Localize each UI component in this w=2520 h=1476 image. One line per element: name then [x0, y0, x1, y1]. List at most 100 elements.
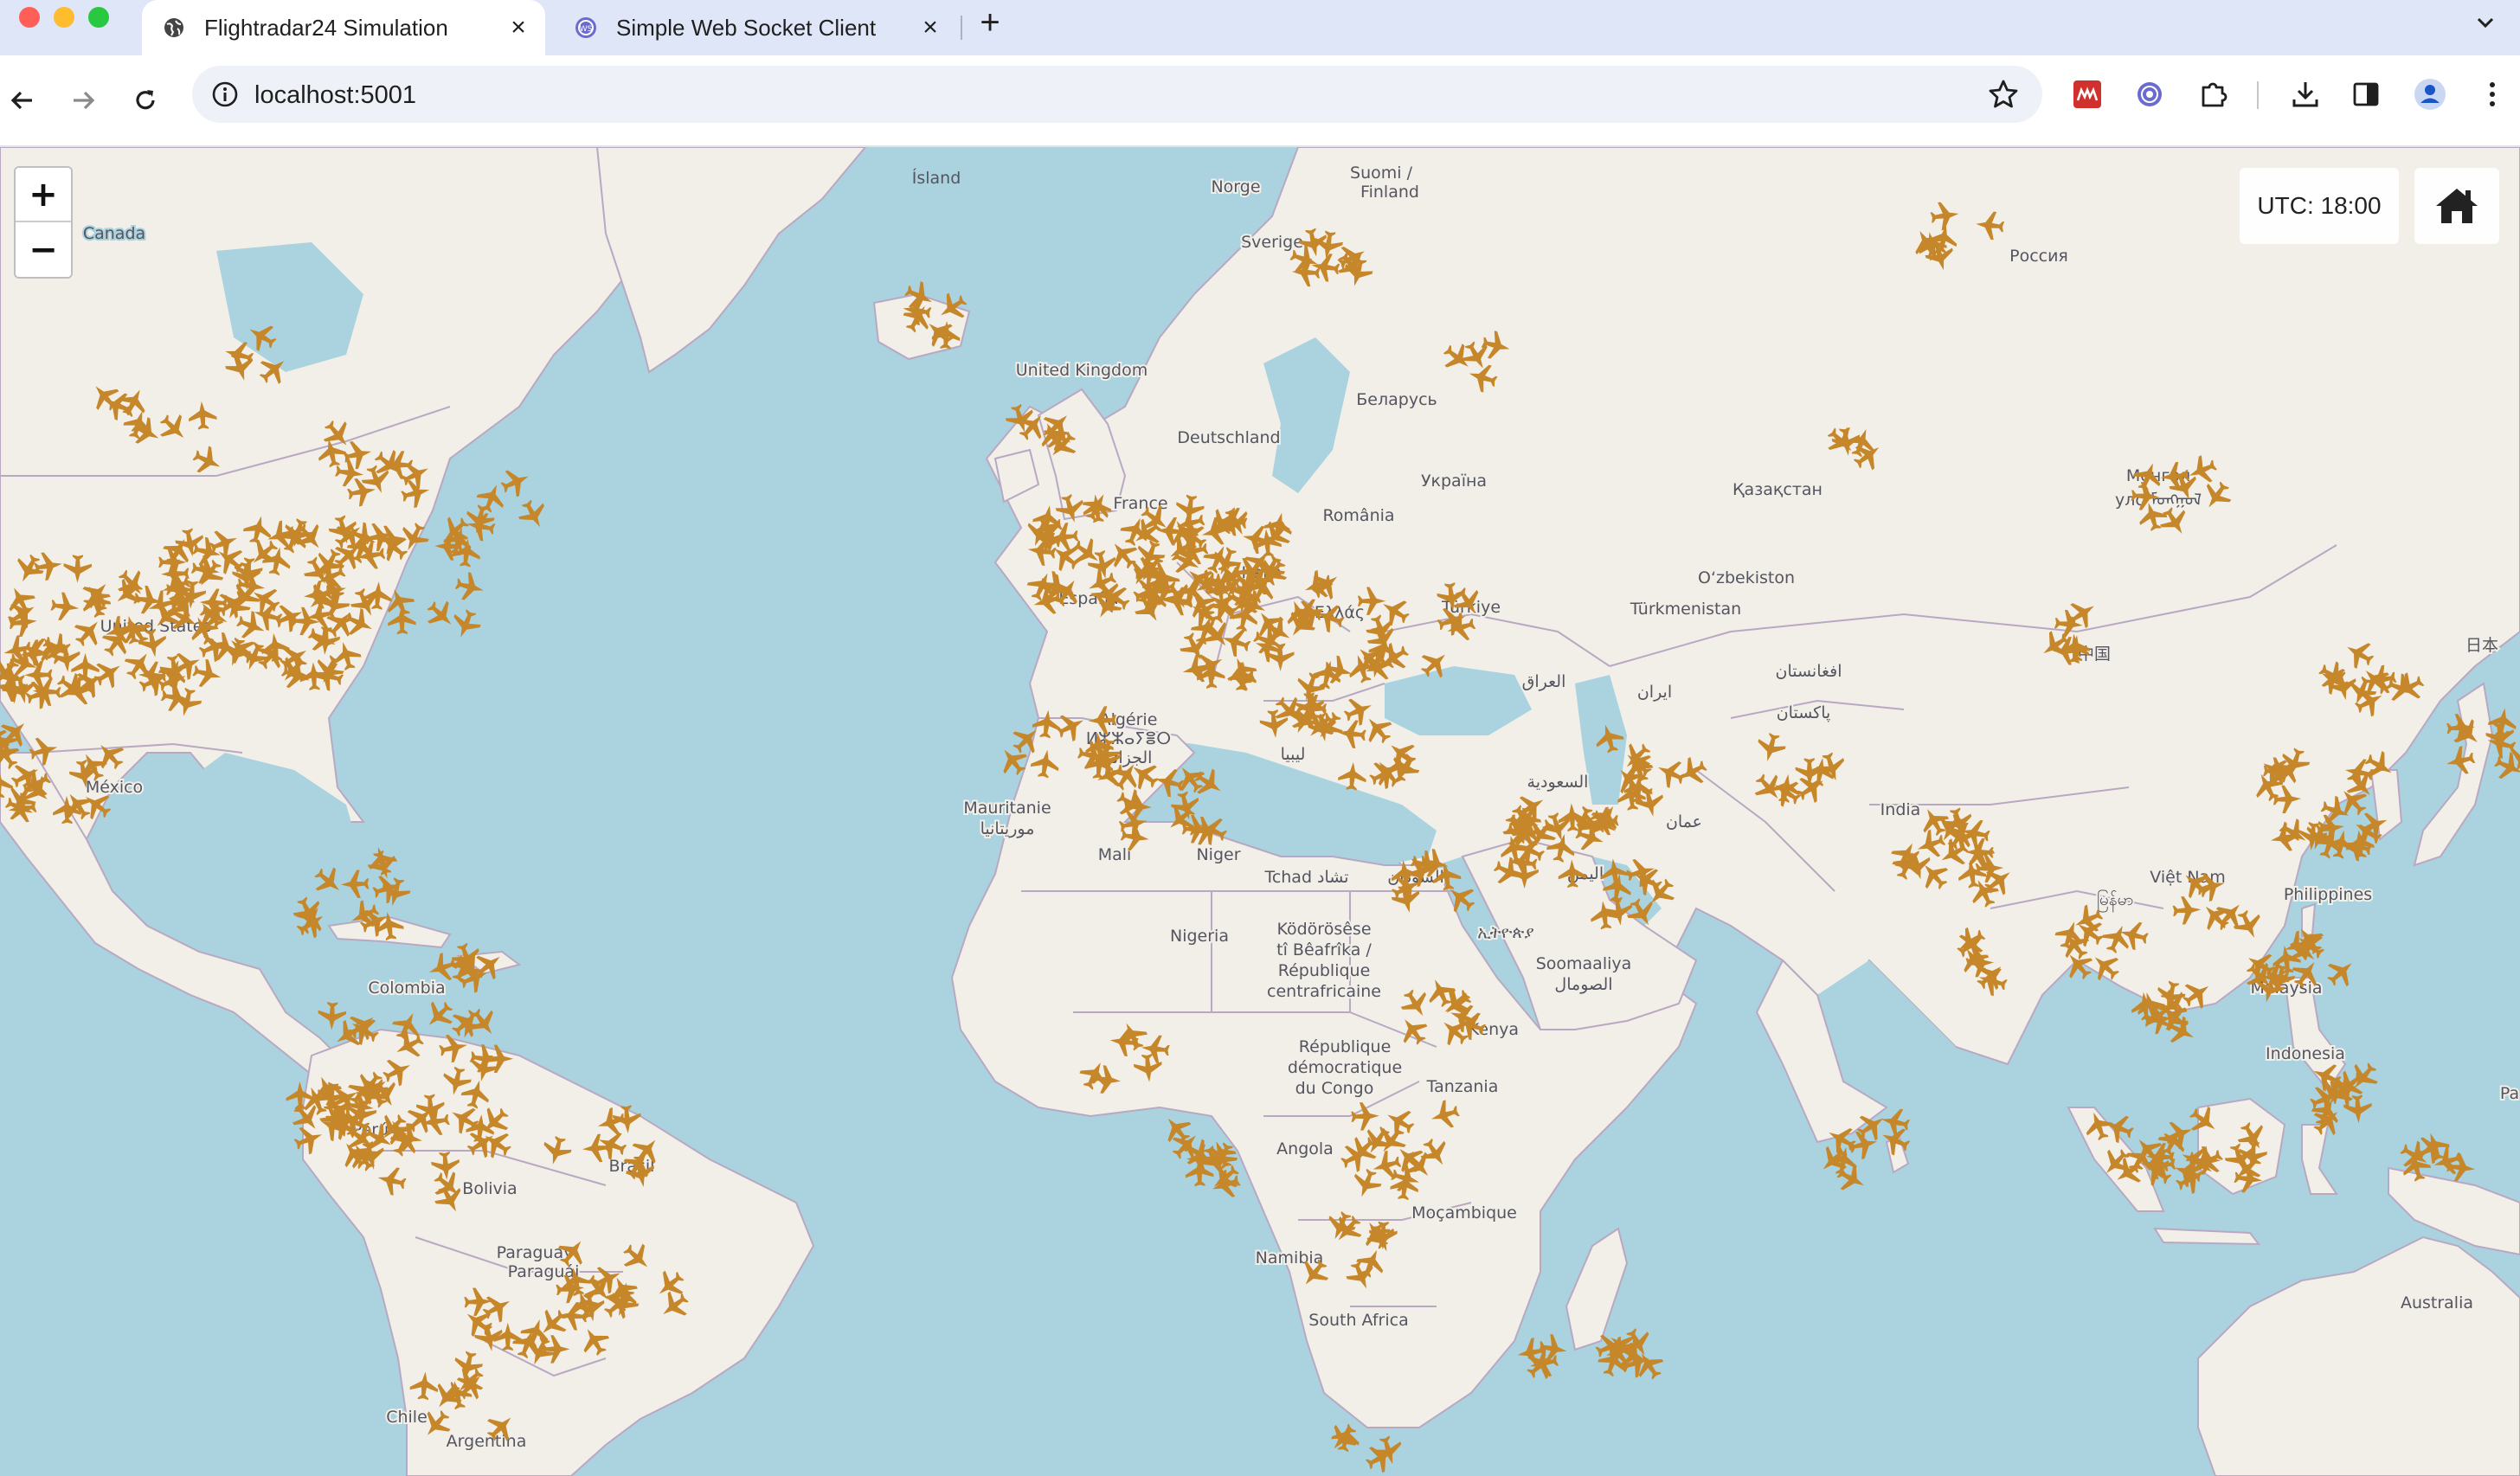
airplane-icon[interactable] [447, 606, 484, 643]
profile-avatar-icon[interactable] [2411, 75, 2449, 113]
map-label-uzbekistan: O‘zbekiston [1698, 568, 1795, 587]
map-label-russia: Россия [2009, 247, 2068, 266]
map-label-mongolia-line2: улс ᠮᠣᠩᠭᠣᠯ [2115, 491, 2202, 510]
map-label-india: India [1880, 800, 1921, 819]
close-tab-icon[interactable]: × [916, 13, 945, 42]
airplane-icon[interactable] [1323, 1418, 1363, 1458]
map-label-chile: Chile [386, 1408, 428, 1427]
map-label-australia: Australia [2401, 1293, 2473, 1312]
map-label-saudi: السعودية [1527, 773, 1589, 792]
map-label-colombia: Colombia [368, 979, 445, 998]
map-label-kenya: Kenya [1469, 1020, 1519, 1039]
map-label-myanmar: မြန်မာ [2097, 889, 2134, 913]
map-label-oman: عمان [1666, 812, 1702, 831]
mendeley-extension-icon[interactable] [2068, 75, 2106, 113]
map-label-ethiopia: ኢትዮጵያ [1477, 923, 1533, 942]
address-bar[interactable]: localhost:5001 [192, 66, 2042, 123]
map-label-turkmenistan: Türkmenistan [1630, 600, 1741, 619]
airplane-icon[interactable] [453, 570, 486, 604]
map-label-south-africa: South Africa [1308, 1311, 1408, 1330]
land-north-america [0, 147, 668, 841]
tab-title: Simple Web Socket Client [616, 14, 877, 41]
websocket-extension-icon[interactable] [2131, 75, 2169, 113]
map-label-ukraine: Україна [1421, 472, 1487, 491]
zoom-in-button[interactable]: + [16, 168, 71, 222]
airplane-icon[interactable] [497, 464, 534, 501]
map-label-somalia-line2: الصومال [1554, 975, 1612, 994]
back-icon[interactable] [0, 78, 45, 123]
map-label-drc-line3: du Congo [1295, 1079, 1374, 1098]
home-icon [2436, 189, 2478, 223]
map-label-drc-line1: République [1299, 1037, 1392, 1056]
tab-flightradar24-simulation[interactable]: Flightradar24 Simulation × [142, 0, 545, 55]
map-label-niger: Niger [1196, 845, 1240, 864]
world-map[interactable]: Canada México Ísland Norge Sverige Suomi / Fin… [0, 147, 2520, 1476]
menu-kebab-icon[interactable] [2473, 75, 2511, 113]
map-label-suomi-line1: Suomi / [1350, 164, 1413, 183]
map-label-uk: United Kingdom [1016, 361, 1148, 380]
map-label-iran: ایران [1637, 683, 1672, 702]
browser-toolbar: localhost:5001 [0, 55, 2520, 147]
map-label-philippines: Philippines [2284, 885, 2372, 904]
land-sulawesi [2301, 1124, 2338, 1195]
airplane-icon[interactable] [1208, 1167, 1244, 1203]
chevron-down-icon[interactable] [2468, 5, 2503, 40]
reload-icon[interactable] [123, 78, 168, 123]
map-label-suomi-line2: Finland [1360, 183, 1419, 202]
puzzle-extensions-icon[interactable] [2195, 75, 2233, 113]
map-label-indonesia: Indonesia [2266, 1044, 2345, 1063]
airplane-icon[interactable] [1361, 1439, 1399, 1476]
airplane-icon[interactable] [318, 1001, 347, 1031]
map-label-japan: 日本 [2465, 636, 2498, 655]
map-label-nigeria: Nigeria [1170, 927, 1229, 946]
map-label-tanzania: Tanzania [1426, 1077, 1499, 1096]
url-text: localhost:5001 [254, 81, 417, 109]
tab-divider [961, 16, 962, 40]
map-label-tchad: Tchad تشاد [1263, 868, 1348, 887]
map-canvas[interactable]: Canada México Ísland Norge Sverige Suomi /Fin… [0, 147, 2520, 1476]
window-zoom-button[interactable] [88, 7, 109, 28]
land-java [2153, 1227, 2261, 1246]
map-label-mauritania-line1: Mauritanie [963, 799, 1051, 818]
tab-simple-web-socket-client[interactable]: WS Simple Web Socket Client × [554, 0, 957, 55]
globe-icon [163, 16, 185, 39]
new-tab-button[interactable]: + [973, 3, 1007, 42]
map-label-belarus: Беларусь [1356, 390, 1437, 409]
map-label-kazakhstan: Қазақстан [1732, 480, 1822, 499]
zoom-out-button[interactable]: − [16, 222, 71, 277]
tab-strip: Flightradar24 Simulation × WS Simple Web… [0, 0, 2520, 55]
websocket-icon: WS [575, 16, 597, 39]
utc-time-display: UTC: 18:00 [2240, 168, 2399, 244]
map-label-deutschland: Deutschland [1177, 428, 1280, 447]
toolbar-divider [2257, 81, 2259, 109]
map-label-drc-line2: démocratique [1288, 1058, 1402, 1077]
map-label-namibia: Namibia [1256, 1248, 1324, 1267]
land-greenland [595, 147, 867, 374]
map-label-romania: România [1322, 506, 1394, 525]
airplane-icon[interactable] [514, 496, 552, 534]
map-label-iraq: العراق [1522, 672, 1566, 691]
bookmark-star-icon[interactable] [1987, 78, 2020, 111]
download-icon[interactable] [2286, 75, 2324, 113]
map-label-car-line3: République [1278, 961, 1371, 980]
close-tab-icon[interactable]: × [504, 13, 533, 42]
map-label-libya: ليبيا [1281, 745, 1306, 764]
airplane-icon[interactable] [2321, 953, 2361, 992]
home-button[interactable] [2414, 168, 2499, 244]
map-label-mauritania-line2: موريتانيا [980, 819, 1035, 838]
svg-text:WS: WS [580, 25, 593, 34]
forward-icon[interactable] [61, 78, 106, 123]
site-info-icon[interactable] [211, 80, 239, 108]
map-label-norge: Norge [1211, 177, 1260, 196]
window-minimize-button[interactable] [54, 7, 74, 28]
tab-title: Flightradar24 Simulation [204, 14, 448, 41]
airplane-icon[interactable] [2446, 1152, 2477, 1184]
window-close-button[interactable] [19, 7, 40, 28]
map-label-mali: Mali [1098, 845, 1132, 864]
map-label-mexico: México [86, 778, 143, 797]
side-panel-icon[interactable] [2347, 75, 2385, 113]
map-label-bolivia: Bolivia [462, 1179, 517, 1198]
map-label-car-line2: tî Bêafrîka / [1276, 940, 1372, 959]
airplane-icon[interactable] [364, 843, 399, 877]
map-label-somalia-line1: Soomaaliya [1536, 954, 1632, 973]
